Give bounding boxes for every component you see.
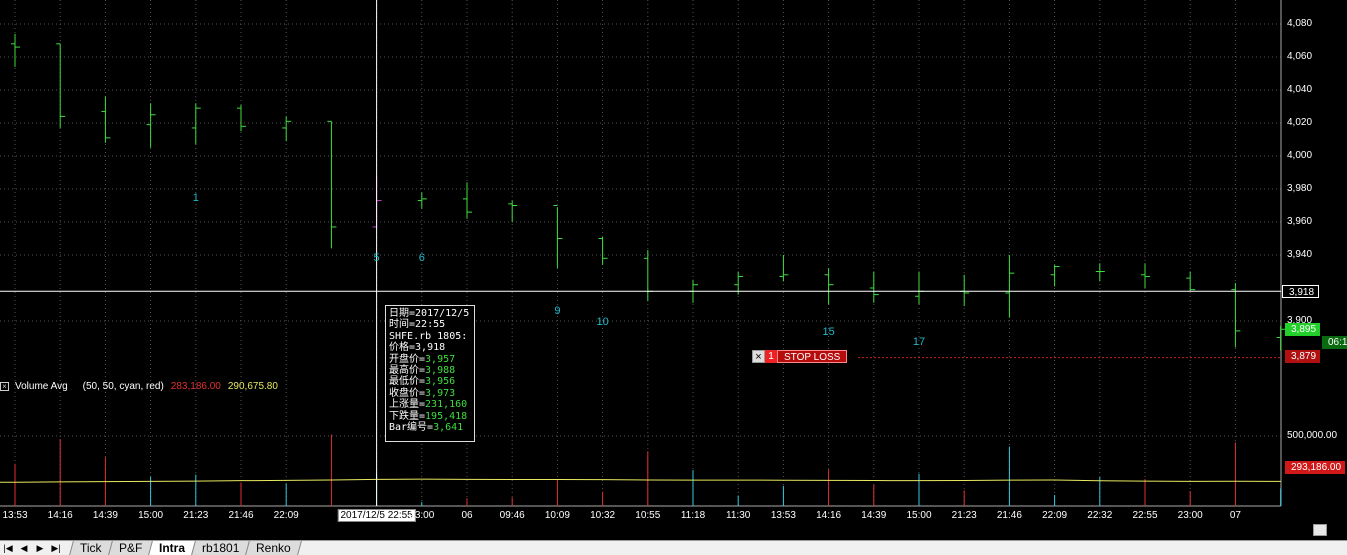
time-tick-label: 10:09	[544, 510, 570, 521]
tooltip-row: Bar编号=3,641	[389, 422, 464, 434]
bar-number-label: 1	[192, 192, 199, 205]
study-value-average: 290,675.80	[227, 380, 278, 392]
time-tick-label: 23:00	[409, 510, 435, 521]
study-value-volume: 283,186.00	[170, 380, 221, 392]
tab-rb1801[interactable]: rb1801	[191, 541, 251, 555]
time-tick-label: 09:46	[499, 510, 525, 521]
chart-area[interactable]	[0, 0, 1347, 540]
tooltip-row: 开盘价=3,957	[389, 353, 456, 365]
tab-scroll-button[interactable]: ▶	[32, 541, 48, 555]
horizontal-scroll-button[interactable]	[1313, 524, 1327, 536]
time-tick-label: 14:16	[816, 510, 842, 521]
study-close-icon[interactable]: ×	[0, 381, 9, 391]
tab-label: rb1801	[201, 541, 240, 555]
tab-label: Tick	[80, 541, 102, 555]
time-tick-label: 23:00	[1177, 510, 1203, 521]
time-tick-label: 13:53	[2, 510, 28, 521]
time-tick-label: 06	[461, 510, 473, 521]
price-tick-label: 4,080	[1287, 18, 1313, 29]
time-tick-label: 22:09	[273, 510, 299, 521]
time-tick-label: 21:23	[951, 510, 977, 521]
time-tick-label: 10:32	[590, 510, 616, 521]
tooltip-row: 最高价=3,988	[389, 365, 456, 377]
bar-number-label: 9	[554, 304, 561, 317]
study-header: × Volume Avg (50, 50, cyan, red) 283,186…	[0, 379, 278, 393]
cancel-order-icon[interactable]: ×	[752, 349, 765, 363]
price-tag-crosshair: 3,918	[1282, 285, 1320, 299]
bar-number-label: 5	[373, 251, 380, 264]
price-tag-stop: 3,879	[1285, 349, 1321, 363]
tab-label: Intra	[158, 541, 185, 555]
price-tag-last: 3,895	[1285, 323, 1321, 337]
price-tick-label: 4,040	[1287, 84, 1313, 95]
tab-tick[interactable]: Tick	[69, 541, 113, 555]
study-params: (50, 50, cyan, red)	[82, 380, 164, 392]
tab-intra[interactable]: Intra	[148, 541, 196, 555]
tooltip-row: SHFE.rb 1805:	[389, 330, 468, 342]
time-tick-label: 14:16	[47, 510, 73, 521]
time-tick-label: 10:55	[635, 510, 661, 521]
tooltip-row: 收盘价=3,973	[389, 387, 456, 399]
order-quantity: 1	[765, 349, 777, 363]
time-tick-label: 21:46	[996, 510, 1022, 521]
time-tick-label: 14:39	[92, 510, 118, 521]
time-tick-label: 11:18	[680, 510, 706, 521]
tooltip-row: 时间=22:55	[389, 319, 446, 331]
tab-scroll-button[interactable]: ◀	[16, 541, 32, 555]
price-tag-countdown: 06:1	[1322, 336, 1347, 350]
stop-loss-label[interactable]: STOP LOSS	[777, 349, 848, 363]
tab-scroll-button[interactable]: |◀	[0, 541, 16, 555]
price-tick-label: 4,020	[1287, 117, 1313, 128]
time-tick-label: 2017/12/5 22:55	[337, 509, 416, 522]
chart-tab-bar: |◀ ◀ ▶ ▶| Tick P&F Intra rb1801 Renko	[0, 540, 1347, 555]
bar-number-label: 10	[596, 316, 609, 329]
price-tick-label: 4,000	[1287, 150, 1313, 161]
tab-label: P&F	[118, 541, 142, 555]
tab-pf[interactable]: P&F	[107, 541, 153, 555]
tooltip-row: 上涨量=231,160	[389, 399, 468, 411]
bar-number-label: 17	[912, 335, 926, 348]
tooltip-row: 价格=3,918	[389, 342, 446, 354]
volume-tick-label: 500,000.00	[1287, 430, 1338, 441]
bar-number-label: 15	[822, 325, 835, 338]
time-tick-label: 22:55	[1132, 510, 1158, 521]
stop-loss-order[interactable]: × 1 STOP LOSS	[752, 349, 848, 363]
price-tick-label: 3,940	[1287, 249, 1313, 260]
time-tick-label: 22:09	[1042, 510, 1068, 521]
time-tick-label: 14:39	[861, 510, 887, 521]
price-tick-label: 3,980	[1287, 183, 1313, 194]
tooltip-row: 下跌量=195,418	[389, 410, 468, 422]
tooltip-row: 日期=2017/12/5	[389, 308, 470, 319]
time-tick-label: 07	[1229, 510, 1241, 521]
bar-number-label: 6	[418, 251, 425, 264]
tab-renko[interactable]: Renko	[245, 541, 302, 555]
time-tick-label: 15:00	[906, 510, 932, 521]
time-tick-label: 13:53	[770, 510, 796, 521]
tab-label: Renko	[256, 541, 291, 555]
study-name[interactable]: Volume Avg	[15, 381, 68, 392]
price-volume-chart[interactable]	[0, 0, 1347, 540]
time-tick-label: 21:23	[183, 510, 209, 521]
time-tick-label: 15:00	[138, 510, 164, 521]
price-tag-volume: 293,186.00	[1285, 461, 1346, 474]
volume-average-line	[0, 478, 1281, 483]
tooltip-row: 最低价=3,956	[389, 376, 456, 388]
price-tick-label: 4,060	[1287, 51, 1313, 62]
price-tick-label: 3,960	[1287, 216, 1313, 227]
time-tick-label: 22:32	[1087, 510, 1113, 521]
time-tick-label: 11:30	[726, 510, 751, 521]
data-window-tooltip: 日期=2017/12/5 时间=22:55 SHFE.rb 1805: 价格=3,91…	[385, 305, 475, 442]
tab-scroll-button[interactable]: ▶|	[48, 541, 64, 555]
time-tick-label: 21:46	[228, 510, 254, 521]
